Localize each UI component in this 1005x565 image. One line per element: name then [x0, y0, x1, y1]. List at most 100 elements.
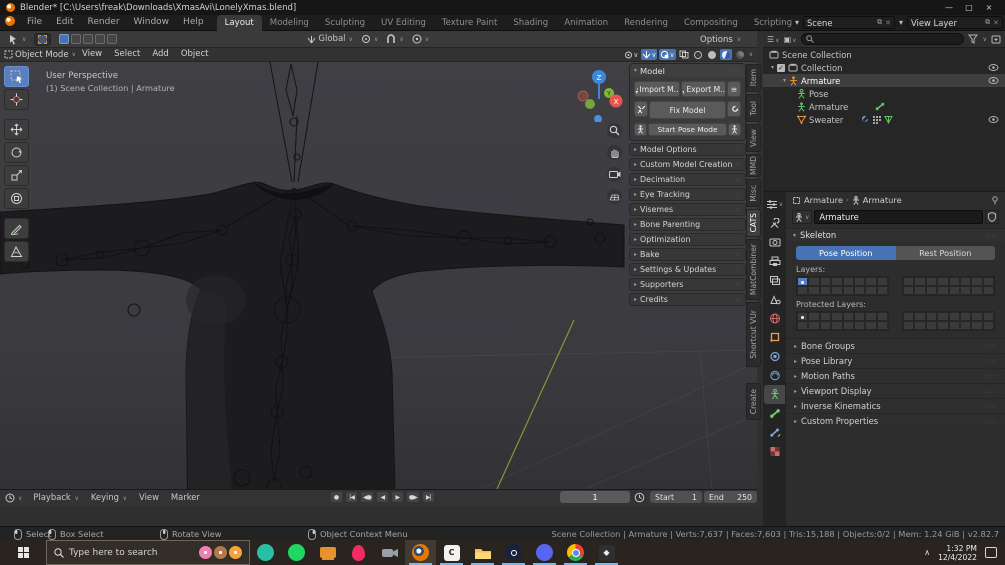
- protected-layers-grid[interactable]: [796, 311, 889, 331]
- measure-tool-button[interactable]: [4, 241, 29, 262]
- layer-cell[interactable]: [937, 312, 949, 321]
- layer-cell[interactable]: [903, 321, 915, 330]
- panel-credits[interactable]: ▸ Credits::: [629, 293, 746, 306]
- maximize-button[interactable]: □: [959, 3, 979, 12]
- navigation-gizmo[interactable]: Z Y X: [572, 66, 628, 122]
- prev-keyframe-button[interactable]: ◀●: [360, 491, 374, 503]
- layer-cell[interactable]: [808, 277, 820, 286]
- sidebar-tab-mmd[interactable]: MMD: [746, 154, 761, 177]
- rotate-tool-button[interactable]: [4, 142, 29, 163]
- record-button[interactable]: ●: [330, 491, 343, 503]
- layer-cell[interactable]: [903, 312, 915, 321]
- pin-icon[interactable]: [991, 195, 999, 205]
- party-icon[interactable]: [229, 546, 242, 559]
- layer-cell[interactable]: [853, 312, 866, 321]
- properties-tab-world[interactable]: [764, 309, 785, 328]
- shading-dropdown[interactable]: ∨: [749, 51, 753, 58]
- taskbar-blender-button[interactable]: [405, 540, 436, 565]
- workspace-tab-sculpting[interactable]: Sculpting: [317, 15, 373, 31]
- layer-cell[interactable]: [819, 286, 832, 295]
- panel-bake[interactable]: ▸ Bake::: [629, 248, 746, 261]
- timeline-menu-keying[interactable]: Keying ∨: [85, 490, 133, 506]
- panel-bone-parenting[interactable]: ▸ Bone Parenting::: [629, 218, 746, 231]
- layer-cell[interactable]: [914, 312, 926, 321]
- show-gizmo-toggle[interactable]: ∨: [641, 49, 658, 60]
- timeline-menu-view[interactable]: View: [133, 490, 165, 506]
- view-layer-selector[interactable]: View Layer ⧉ ✕: [907, 16, 1003, 29]
- unlink-icon[interactable]: ✕: [885, 19, 891, 27]
- workspace-tab-compositing[interactable]: Compositing: [676, 15, 746, 31]
- properties-tab-view-layer[interactable]: [764, 271, 785, 290]
- layer-cell[interactable]: [853, 321, 866, 330]
- layer-cell[interactable]: [797, 321, 809, 330]
- cursor-tool-button[interactable]: [4, 89, 29, 110]
- properties-tab-object-data[interactable]: [764, 385, 785, 404]
- outliner-search-input[interactable]: [800, 33, 964, 45]
- layer-cell[interactable]: [819, 321, 832, 330]
- workspace-tab-rendering[interactable]: Rendering: [616, 15, 676, 31]
- menu-render[interactable]: Render: [81, 15, 127, 30]
- layer-cell[interactable]: [925, 286, 938, 295]
- proportional-edit-dropdown[interactable]: ∨: [412, 34, 429, 44]
- panel-custom-properties[interactable]: ▸ Custom Properties::::: [786, 413, 1005, 428]
- layer-cell[interactable]: [876, 321, 888, 330]
- taskbar-steam-button[interactable]: [498, 540, 529, 565]
- menu-file[interactable]: File: [20, 15, 49, 30]
- layer-cell[interactable]: [982, 277, 994, 286]
- layer-cell[interactable]: [948, 321, 960, 330]
- taskbar-chrome-button[interactable]: [560, 540, 591, 565]
- jump-to-start-button[interactable]: |◀: [345, 491, 358, 503]
- current-frame-field[interactable]: 1: [560, 491, 630, 503]
- id-type-dropdown[interactable]: ∨: [792, 210, 813, 224]
- active-tool-button[interactable]: [34, 32, 52, 46]
- layer-cell[interactable]: [959, 286, 972, 295]
- taskbar-orange-monitor-button[interactable]: [312, 540, 343, 565]
- outliner-row-pose[interactable]: Pose: [763, 87, 1005, 100]
- viewport-menu-add[interactable]: Add: [146, 47, 174, 62]
- select-mode-new[interactable]: [59, 34, 70, 44]
- taskbar-epic-button[interactable]: ◆: [591, 540, 622, 565]
- display-mode-dropdown[interactable]: ☰∨: [767, 35, 780, 44]
- frame-end-field[interactable]: End 250: [704, 491, 757, 503]
- layer-cell[interactable]: [842, 286, 854, 295]
- sidebar-tab-cats[interactable]: CATS: [746, 209, 761, 237]
- layer-cell[interactable]: [948, 286, 960, 295]
- layer-cell[interactable]: [937, 277, 949, 286]
- donut-icon[interactable]: [199, 546, 212, 559]
- options-dropdown[interactable]: Options ∨: [700, 33, 741, 46]
- import-model-button[interactable]: Import M..: [634, 81, 680, 97]
- skeleton-panel-header[interactable]: ▾ Skeleton ::::: [786, 228, 1005, 241]
- panel-motion-paths[interactable]: ▸ Motion Paths::::: [786, 368, 1005, 383]
- layer-cell[interactable]: [876, 277, 888, 286]
- layer-cell[interactable]: [903, 286, 915, 295]
- outliner-row-scene-collection[interactable]: Scene Collection: [763, 48, 1005, 61]
- frame-start-field[interactable]: Start 1: [650, 491, 702, 503]
- auto-keying-toggle[interactable]: [634, 492, 645, 503]
- shading-rendered-button[interactable]: [734, 49, 746, 60]
- layer-cell[interactable]: [914, 277, 926, 286]
- editor-type-button[interactable]: ∨: [8, 34, 26, 45]
- layer-cell[interactable]: [971, 321, 983, 330]
- layer-cell[interactable]: [831, 277, 843, 286]
- taskbar-search[interactable]: Type here to search: [46, 540, 250, 565]
- properties-tab-constraints[interactable]: [764, 347, 785, 366]
- layer-cell[interactable]: [808, 321, 820, 330]
- tray-chevron-icon[interactable]: ∧: [924, 548, 930, 557]
- view-layer-dropdown-icon[interactable]: ▾: [899, 18, 903, 27]
- model-panel-header[interactable]: ▾ Model ::::: [630, 64, 745, 77]
- layer-cell[interactable]: [959, 321, 972, 330]
- start-pose-mode-button[interactable]: Start Pose Mode: [648, 123, 727, 136]
- hide-eye-icon[interactable]: [988, 116, 999, 123]
- panel-model-options[interactable]: ▸ Model Options::: [629, 143, 746, 156]
- panel-custom-model-creation[interactable]: ▸ Custom Model Creation::: [629, 158, 746, 171]
- viewport-menu-view[interactable]: View: [76, 47, 108, 62]
- panel-pose-library[interactable]: ▸ Pose Library::::: [786, 353, 1005, 368]
- import-menu-button[interactable]: ≡: [727, 81, 741, 97]
- outliner-row-collection[interactable]: ▾ ✓ Collection: [763, 61, 1005, 74]
- copy-icon[interactable]: ⧉: [985, 18, 990, 27]
- layer-cell[interactable]: [831, 286, 843, 295]
- layer-cell[interactable]: [808, 312, 820, 321]
- layer-cell[interactable]: [808, 286, 820, 295]
- layer-cell[interactable]: [982, 312, 994, 321]
- play-reverse-button[interactable]: ◀: [375, 491, 389, 503]
